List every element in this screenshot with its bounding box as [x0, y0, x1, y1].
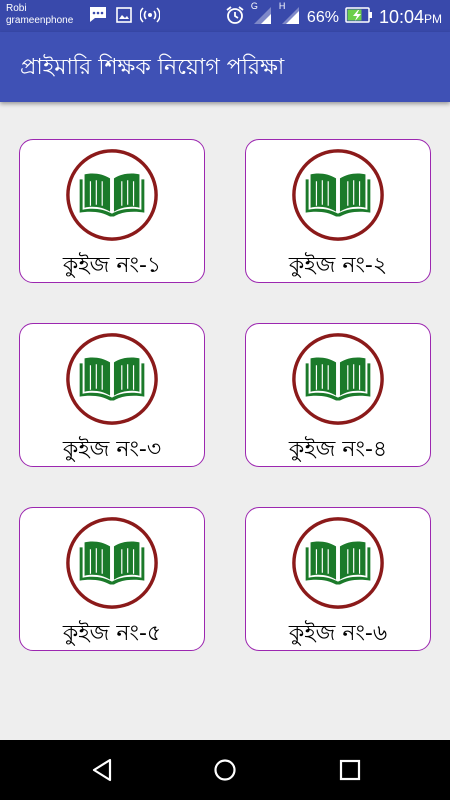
network-type-label: H: [278, 1, 286, 11]
notification-icons: [88, 6, 161, 28]
carrier-line-1: Robi: [6, 3, 27, 14]
quiz-card-5[interactable]: কুইজ নং-৫: [19, 507, 205, 651]
hotspot-icon: [139, 7, 161, 27]
carrier-line-2: grameenphone: [6, 15, 74, 26]
app-bar: প্রাইমারি শিক্ষক নিয়োগ পরিক্ষা: [0, 32, 450, 102]
quiz-label: কুইজ নং-৩: [62, 437, 162, 462]
system-status: G H 66% 10:04PM: [225, 1, 442, 30]
recents-icon[interactable]: [336, 756, 364, 784]
book-icon: [63, 514, 161, 612]
navigation-bar: [0, 740, 450, 800]
status-bar: Robi grameenphone G H 66% 10:04PM: [0, 0, 450, 32]
signal-icon: H: [279, 1, 301, 30]
back-icon[interactable]: [88, 756, 116, 784]
book-icon: [63, 330, 161, 428]
quiz-label: কুইজ নং-১: [62, 253, 162, 278]
quiz-label: কুইজ নং-৬: [288, 621, 388, 646]
clock-ampm: PM: [424, 12, 442, 26]
quiz-card-3[interactable]: কুইজ নং-৩: [19, 323, 205, 467]
battery-charging-icon: [345, 7, 373, 28]
message-icon: [88, 6, 108, 28]
clock-time: 10:04: [378, 7, 424, 27]
quiz-label: কুইজ নং-২: [288, 253, 388, 278]
quiz-card-1[interactable]: কুইজ নং-১: [19, 139, 205, 283]
book-icon: [289, 146, 387, 244]
clock: 10:04PM: [379, 7, 442, 28]
network-type-label: G: [250, 1, 258, 11]
book-icon: [289, 514, 387, 612]
quiz-card-2[interactable]: কুইজ নং-২: [245, 139, 431, 283]
quiz-label: কুইজ নং-৫: [62, 621, 162, 646]
image-icon: [116, 7, 132, 27]
quiz-card-4[interactable]: কুইজ নং-৪: [245, 323, 431, 467]
quiz-label: কুইজ নং-৪: [288, 437, 388, 462]
alarm-icon: [225, 5, 245, 30]
book-icon: [63, 146, 161, 244]
quiz-grid: কুইজ নং-১ কুইজ নং-২ কুইজ নং-৩ কুইজ নং-৪ …: [0, 102, 450, 740]
home-icon[interactable]: [211, 756, 239, 784]
signal-icon: G: [251, 1, 273, 30]
app-title: প্রাইমারি শিক্ষক নিয়োগ পরিক্ষা: [20, 55, 285, 80]
book-icon: [289, 330, 387, 428]
carrier-label: Robi grameenphone: [6, 3, 73, 27]
quiz-card-6[interactable]: কুইজ নং-৬: [245, 507, 431, 651]
battery-percent: 66%: [306, 8, 339, 26]
